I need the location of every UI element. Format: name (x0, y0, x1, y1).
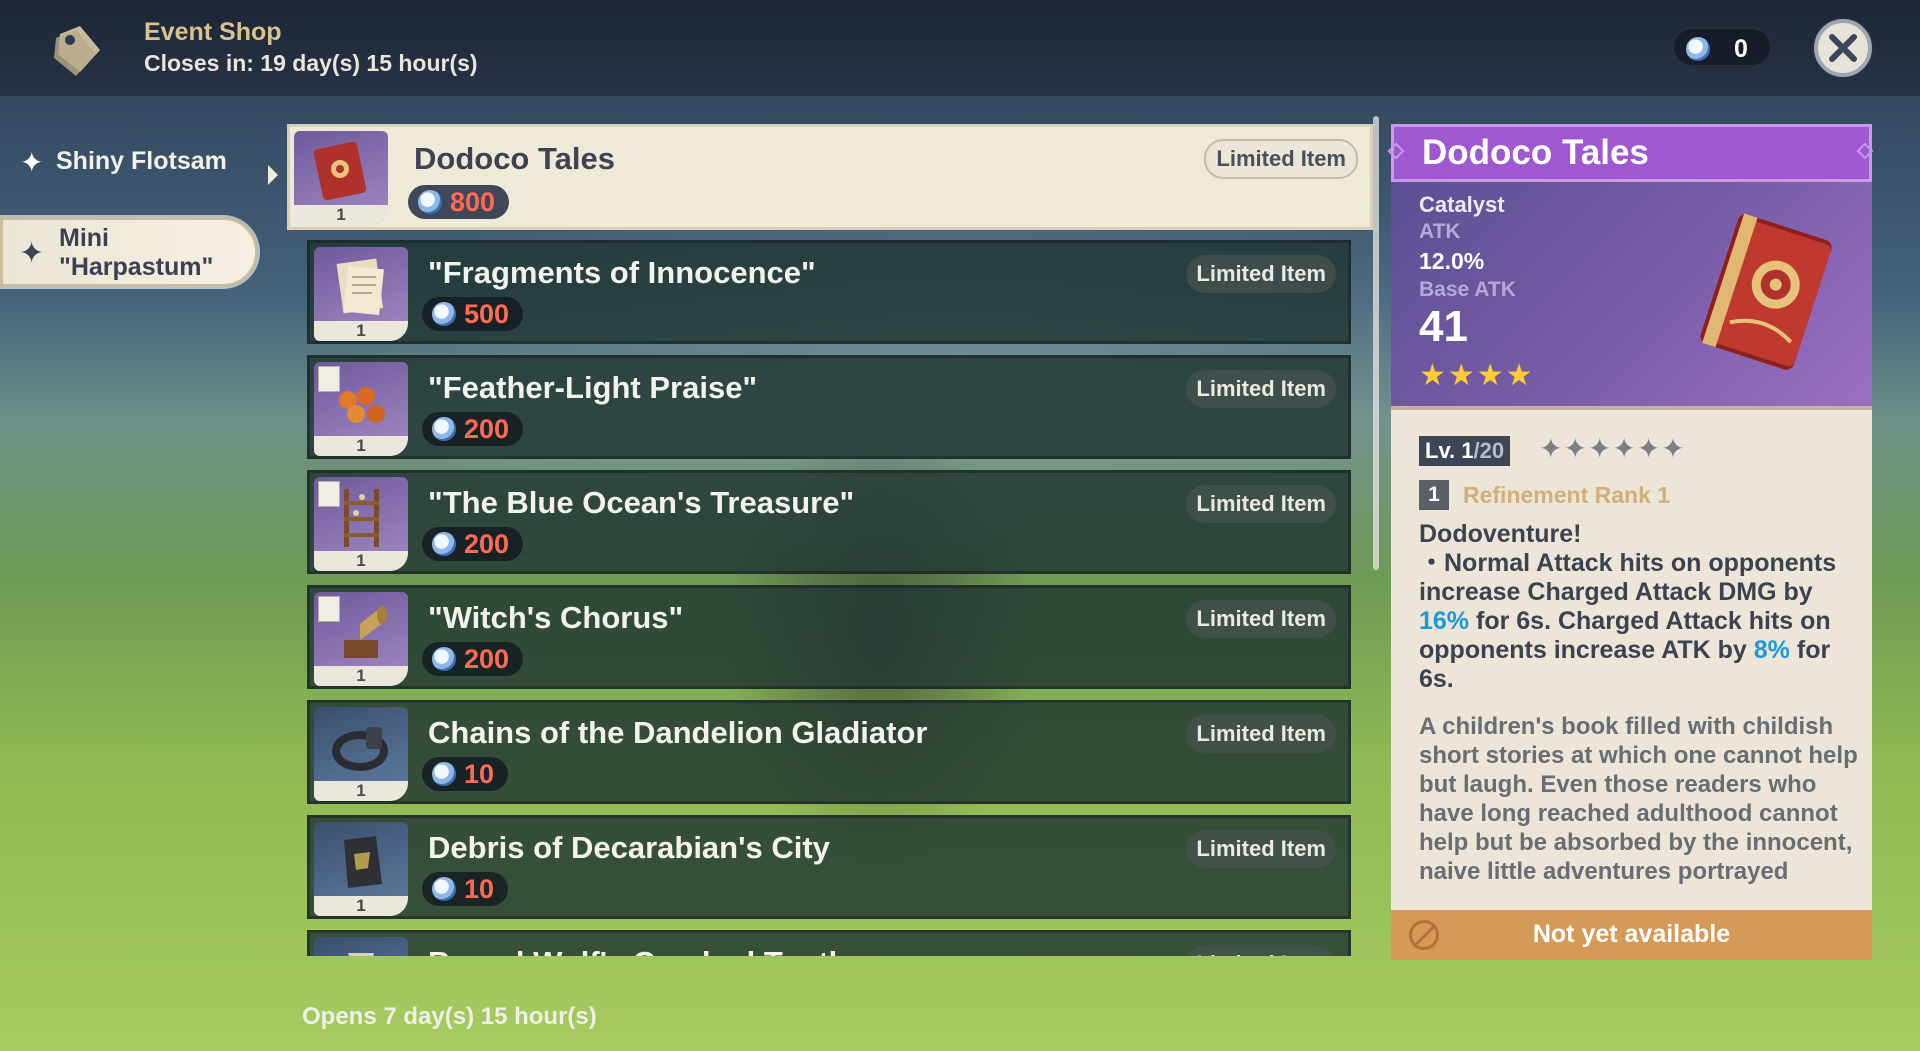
list-item[interactable]: 1 Dodoco Tales 800 Limited Item (287, 124, 1373, 230)
sidebar-item-mini-harpastum[interactable]: ✦ Mini "Harpastum" (0, 217, 258, 287)
limited-item-badge: Limited Item (1186, 945, 1336, 956)
chains-icon (332, 727, 388, 771)
item-price: 800 (408, 185, 510, 219)
tooth-icon (348, 953, 374, 956)
item-price: 10 (422, 757, 509, 791)
item-name: "The Blue Ocean's Treasure" (428, 485, 855, 520)
sidebar-item-shiny-flotsam[interactable]: ✦ Shiny Flotsam (16, 142, 276, 182)
limited-item-badge: Limited Item (1186, 485, 1336, 523)
item-quantity: 1 (314, 896, 408, 916)
availability-status: Not yet available (1391, 910, 1872, 960)
item-price: 10 (422, 872, 509, 906)
gramophone-icon (344, 606, 387, 658)
limited-item-badge: Limited Item (1186, 255, 1336, 293)
item-price: 200 (422, 412, 524, 446)
detail-header: Dodoco Tales (1387, 124, 1874, 182)
item-name: Dodoco Tales (414, 141, 615, 176)
selection-arrow-icon (268, 165, 278, 185)
item-quantity: 1 (314, 551, 408, 571)
shop-closes-timer: Closes in: 19 day(s) 15 hour(s) (144, 50, 478, 76)
item-name: "Fragments of Innocence" (428, 255, 816, 290)
festival-coin-icon (432, 647, 456, 671)
list-item[interactable]: 1 Chains of the Dandelion Gladiator 10 L… (307, 700, 1351, 804)
passive-title: Dodoventure! (1419, 520, 1582, 548)
sparkle-icon: ✦ (19, 237, 45, 270)
list-item[interactable]: 1 "Witch's Chorus" 200 Limited Item (307, 585, 1351, 689)
book-icon (313, 141, 367, 201)
list-item[interactable]: 1 "Feather-Light Praise" 200 Limited Ite… (307, 355, 1351, 459)
close-button[interactable] (1814, 19, 1872, 77)
item-quantity: 1 (314, 321, 408, 341)
item-list[interactable]: 1 Dodoco Tales 800 Limited Item 1 "Fragm… (280, 118, 1380, 956)
detail-title: Dodoco Tales (1422, 133, 1649, 172)
list-item[interactable]: 1 "Fragments of Innocence" 500 Limited I… (307, 240, 1351, 344)
list-item[interactable]: 1 Debris of Decarabian's City 10 Limited… (307, 815, 1351, 919)
weapon-type: Catalyst (1419, 192, 1505, 217)
festival-coin-icon (432, 417, 456, 441)
lore-text: A children's book filled with childish s… (1419, 713, 1858, 885)
base-atk-value: 41 (1419, 302, 1468, 351)
top-bar: Event Shop Closes in: 19 day(s) 15 hour(… (0, 0, 1920, 96)
rarity-stars: ★★★★ (1419, 359, 1535, 392)
item-name: "Feather-Light Praise" (428, 370, 758, 405)
level-badge: Lv. 1/20 (1419, 436, 1511, 466)
refinement-label: Refinement Rank 1 (1463, 482, 1671, 508)
limited-item-badge: Limited Item (1186, 600, 1336, 638)
list-item[interactable]: Boreal Wolf's Cracked Tooth Limited Item (307, 930, 1351, 956)
close-icon (1829, 34, 1857, 62)
detail-description[interactable]: Lv. 1/20 ✦✦✦✦✦✦ 1 Refinement Rank 1 Dodo… (1391, 406, 1872, 910)
item-name: Chains of the Dandelion Gladiator (428, 715, 928, 750)
festival-coin-icon (1686, 37, 1710, 61)
sub-stat-value: 12.0% (1419, 248, 1485, 274)
limited-item-badge: Limited Item (1186, 830, 1336, 868)
currency-display: 0 (1672, 27, 1772, 67)
item-price: 200 (422, 527, 524, 561)
item-quantity: 1 (314, 666, 408, 686)
limited-item-badge: Limited Item (1186, 715, 1336, 753)
item-quantity: 1 (294, 205, 388, 225)
currency-value: 0 (1734, 35, 1748, 63)
item-quantity: 1 (314, 436, 408, 456)
item-name: Debris of Decarabian's City (428, 830, 830, 865)
item-price: 500 (422, 297, 524, 331)
limited-item-badge: Limited Item (1204, 139, 1358, 179)
list-scrollbar[interactable] (1373, 116, 1379, 570)
book-icon (1700, 213, 1832, 370)
festival-coin-icon (432, 762, 456, 786)
item-name: Boreal Wolf's Cracked Tooth (428, 945, 848, 956)
shop-title: Event Shop (144, 18, 282, 46)
sub-stat-label: ATK (1419, 220, 1461, 243)
festival-coin-icon (432, 302, 456, 326)
shelf-icon (344, 489, 379, 547)
sidebar-item-label: Mini "Harpastum" (59, 224, 214, 281)
detail-stats: Catalyst ATK 12.0% Base ATK 41 ★★★★ (1391, 182, 1872, 406)
item-detail-panel: Dodoco Tales Catalyst ATK 12.0% Base ATK… (1387, 124, 1874, 960)
festival-coin-icon (432, 532, 456, 556)
ornament-icon (1856, 142, 1874, 160)
item-name: "Witch's Chorus" (428, 600, 684, 635)
list-item[interactable]: 1 "The Blue Ocean's Treasure" 200 Limite… (307, 470, 1351, 574)
sparkle-icon: ✦ (20, 147, 44, 178)
base-atk-label: Base ATK (1419, 278, 1516, 301)
price-tag-icon (54, 26, 100, 76)
item-quantity: 1 (314, 781, 408, 801)
refinement-number: 1 (1419, 480, 1449, 510)
scroll-icon (336, 258, 384, 316)
limited-item-badge: Limited Item (1186, 370, 1336, 408)
debris-icon (344, 836, 382, 888)
festival-coin-icon (432, 877, 456, 901)
passive-description: Dodoventure! ・Normal Attack hits on oppo… (1419, 520, 1859, 694)
pastry-icon (339, 387, 385, 423)
item-price: 200 (422, 642, 524, 676)
opens-timer: Opens 7 day(s) 15 hour(s) (302, 1003, 597, 1030)
ornament-icon (1387, 142, 1405, 160)
sidebar-item-label: Shiny Flotsam (56, 147, 227, 175)
festival-coin-icon (418, 190, 442, 214)
ascension-stars: ✦✦✦✦✦✦ (1539, 433, 1686, 464)
